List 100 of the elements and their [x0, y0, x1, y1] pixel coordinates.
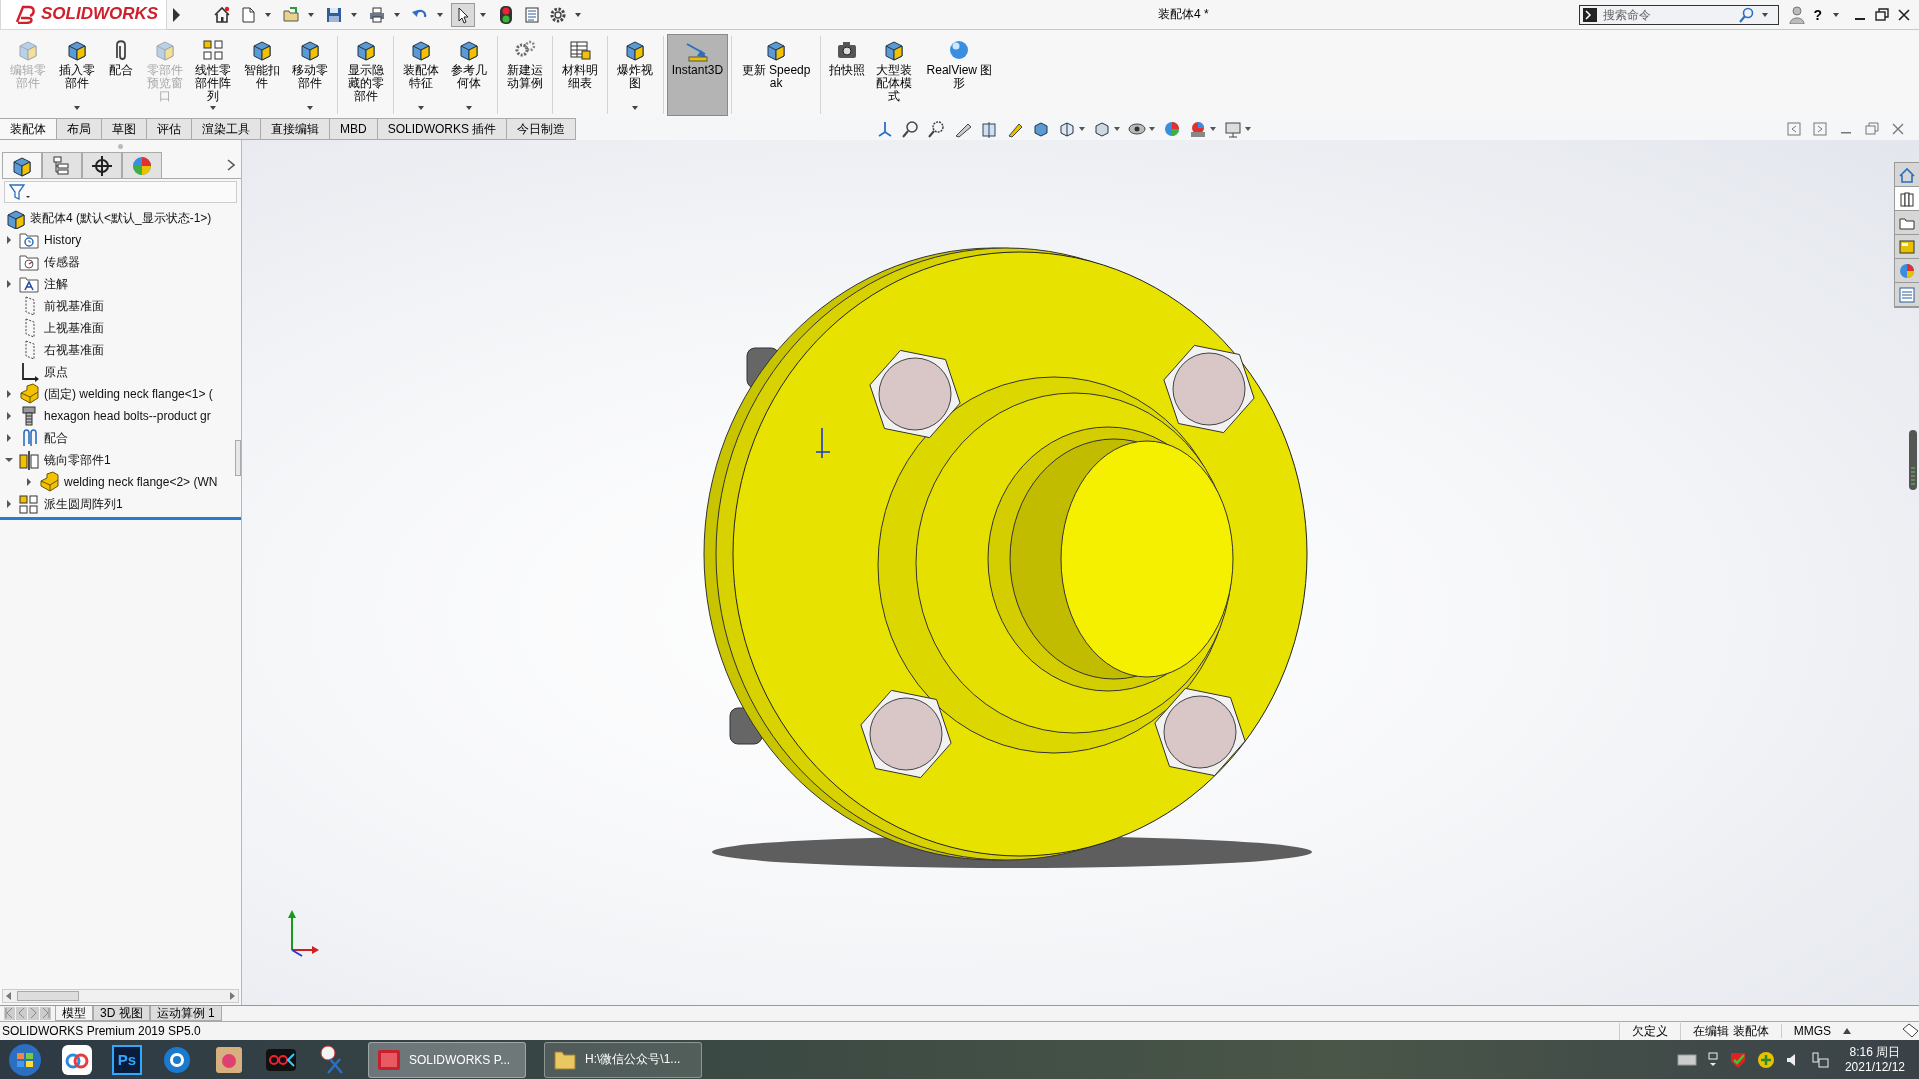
cursor-button[interactable]	[451, 2, 476, 27]
tab[interactable]: 草图	[102, 118, 147, 139]
ribbon-button[interactable]: 新建运动算例	[500, 34, 549, 116]
tree-item[interactable]: 派生圆周阵列1	[44, 495, 123, 513]
tab[interactable]: 运动算例 1	[149, 1006, 222, 1021]
dropdown-caret-icon[interactable]	[1833, 12, 1839, 17]
ribbon-button[interactable]: 材料明细表	[555, 34, 605, 116]
dropdown-caret-icon[interactable]	[1210, 127, 1217, 131]
chevron-right-icon[interactable]	[227, 159, 235, 171]
tree-item[interactable]: 传感器	[44, 253, 80, 271]
feature-tree-tab[interactable]	[2, 152, 42, 178]
tab[interactable]: 模型	[55, 1006, 93, 1021]
filter-field[interactable]	[4, 181, 237, 203]
tab[interactable]: MBD	[330, 118, 378, 139]
photoshop-icon[interactable]: Ps	[112, 1044, 142, 1075]
folder-tab[interactable]	[1895, 211, 1919, 235]
taskbar-button[interactable]: SOLIDWORKS P...	[368, 1041, 526, 1078]
scene-icon[interactable]	[1189, 120, 1208, 138]
tab[interactable]: SOLIDWORKS 插件	[377, 118, 508, 139]
window-icon[interactable]	[1706, 1051, 1719, 1068]
tree-item[interactable]: hexagon head bolts--product gr	[44, 409, 211, 423]
dropdown-caret-icon[interactable]	[1079, 127, 1086, 131]
tree-item[interactable]: welding neck flange<2> (WN	[64, 475, 218, 489]
plus-circle-icon[interactable]	[1756, 1050, 1775, 1069]
tree-item[interactable]: 注解	[44, 275, 68, 293]
dropdown-caret-icon[interactable]	[417, 106, 424, 110]
cube-icon[interactable]	[1032, 120, 1051, 138]
taskbar-button[interactable]: H:\微信公众号\1...	[544, 1041, 702, 1078]
list-tab[interactable]	[1895, 283, 1919, 307]
tree-item[interactable]: 右视基准面	[44, 341, 104, 359]
eye-icon[interactable]	[1128, 120, 1147, 138]
tree-item[interactable]: 上视基准面	[44, 319, 104, 337]
start-button-icon[interactable]	[8, 1042, 42, 1077]
color-ball-tab[interactable]	[1895, 259, 1919, 283]
property-manager-tab[interactable]	[42, 152, 82, 178]
tile-right-icon[interactable]	[1813, 122, 1827, 136]
expand-arrow-icon[interactable]	[173, 7, 181, 22]
dropdown-caret-icon[interactable]	[1114, 127, 1121, 131]
restore-icon[interactable]	[1875, 7, 1889, 22]
library-tab[interactable]	[1895, 187, 1919, 211]
close-icon[interactable]	[1897, 7, 1911, 22]
network-icon[interactable]	[1810, 1050, 1829, 1069]
tab[interactable]: 今日制造	[507, 118, 577, 139]
scroll-left-icon[interactable]	[6, 992, 11, 1000]
ribbon-button[interactable]: 爆炸视图	[611, 34, 660, 116]
dropdown-caret-icon[interactable]	[437, 12, 444, 17]
tile-left-icon[interactable]	[1787, 122, 1801, 136]
tree-item[interactable]: History	[44, 233, 82, 247]
zoom-slider-icon[interactable]	[1909, 430, 1917, 490]
ribbon-button[interactable]: 移动零部件	[285, 34, 335, 116]
cloud-icon[interactable]	[60, 1042, 94, 1077]
solidworks-logo-button[interactable]: SOLIDWORKS	[0, 0, 168, 30]
horizontal-scrollbar[interactable]	[2, 989, 239, 1003]
appearance-icon[interactable]	[1163, 120, 1182, 138]
shield-check-icon[interactable]	[1728, 1050, 1747, 1069]
tab[interactable]: 渲染工具	[192, 118, 261, 139]
dropdown-caret-icon[interactable]	[632, 106, 639, 110]
dropdown-caret-icon[interactable]	[1149, 127, 1156, 131]
tree-item[interactable]: 配合	[44, 429, 68, 447]
cube-icon[interactable]	[1058, 120, 1077, 138]
tree-item[interactable]: 镜向零部件1	[44, 451, 111, 469]
ribbon-button[interactable]: 插入零部件	[52, 34, 101, 116]
zoom-area-icon[interactable]	[928, 120, 947, 138]
ribbon-button[interactable]: RealView 图形	[918, 34, 1001, 116]
ribbon-button[interactable]: 配合	[100, 34, 141, 116]
monitor-icon[interactable]	[1224, 120, 1243, 138]
dropdown-caret-icon[interactable]	[466, 106, 473, 110]
dropdown-caret-icon[interactable]	[1762, 12, 1769, 17]
ribbon-button[interactable]: 更新 Speedpak	[735, 34, 818, 116]
tree-item[interactable]: 原点	[44, 363, 68, 381]
dropdown-caret-icon[interactable]	[394, 12, 401, 17]
dropdown-caret-icon[interactable]	[210, 106, 217, 110]
crosshair-tab[interactable]	[82, 152, 122, 178]
dropdown-caret-icon[interactable]	[307, 106, 314, 110]
dropdown-caret-icon[interactable]	[351, 12, 358, 17]
tab[interactable]: 直接编辑	[261, 118, 330, 139]
user-icon[interactable]	[1789, 5, 1806, 24]
color-wheel-tab[interactable]	[122, 152, 162, 178]
view-palette-tab[interactable]	[1895, 235, 1919, 259]
tree-item[interactable]: (固定) welding neck flange<1> (	[44, 385, 213, 403]
section-view-icon[interactable]	[980, 120, 999, 138]
scroll-right-icon[interactable]	[230, 992, 235, 1000]
dropdown-caret-icon[interactable]	[1245, 127, 1252, 131]
search-input[interactable]: 搜索命令	[1601, 6, 1736, 23]
ribbon-button[interactable]: 显示隐藏的零部件	[341, 34, 390, 116]
dropdown-caret-icon[interactable]	[308, 12, 315, 17]
zoom-fit-icon[interactable]	[902, 120, 921, 138]
ribbon-button[interactable]: 大型装配体模式	[870, 34, 919, 116]
ribbon-button[interactable]: 参考几何体	[445, 34, 494, 116]
tab[interactable]: 3D 视图	[93, 1006, 150, 1021]
tab[interactable]: 布局	[57, 118, 102, 139]
dropdown-caret-icon[interactable]	[575, 12, 582, 17]
dropdown-caret-icon[interactable]	[73, 106, 80, 110]
dropdown-caret-icon[interactable]	[265, 12, 272, 17]
ribbon-button[interactable]: 线性零部件阵列	[189, 34, 238, 116]
tree-item[interactable]: 前视基准面	[44, 297, 104, 315]
tab[interactable]: 装配体	[0, 118, 57, 139]
search-field[interactable]: 搜索命令	[1579, 4, 1780, 25]
ribbon-button[interactable]: Instant3D	[666, 34, 729, 116]
ribbon-button[interactable]: 智能扣件	[237, 34, 286, 116]
